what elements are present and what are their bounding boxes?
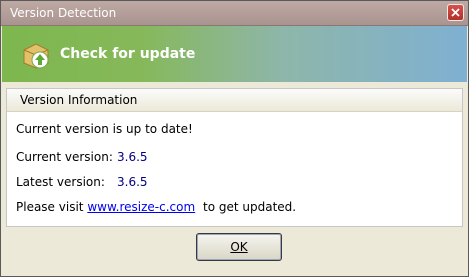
close-button[interactable]: [447, 4, 464, 21]
close-icon: [451, 8, 460, 17]
current-version-label: Current version:: [16, 150, 113, 164]
window-title: Version Detection: [10, 6, 117, 20]
title-bar: Version Detection: [1, 1, 468, 26]
package-update-icon: [23, 43, 49, 69]
current-version-value: 3.6.5: [117, 150, 148, 164]
current-version-row: Current version: 3.6.5: [16, 150, 148, 164]
panel-header-label: Version Information: [20, 93, 138, 107]
visit-prefix: Please visit: [16, 200, 84, 214]
panel-header: Version Information: [7, 89, 462, 112]
ok-button-label: OK: [230, 240, 248, 254]
latest-version-row: Latest version: 3.6.5: [16, 175, 148, 189]
latest-version-value: 3.6.5: [117, 175, 148, 189]
ok-button[interactable]: OK: [196, 233, 282, 261]
version-info-panel: Version Information Current version is u…: [6, 88, 463, 227]
website-link[interactable]: www.resize-c.com: [87, 200, 195, 214]
status-message: Current version is up to date!: [16, 122, 193, 136]
update-banner: Check for update: [2, 26, 467, 82]
visit-suffix: to get updated.: [203, 200, 297, 214]
version-detection-dialog: Version Detection Check for update Versi…: [0, 0, 469, 277]
latest-version-label: Latest version:: [16, 175, 105, 189]
banner-title: Check for update: [60, 46, 196, 62]
visit-row: Please visit www.resize-c.com to get upd…: [16, 200, 296, 214]
